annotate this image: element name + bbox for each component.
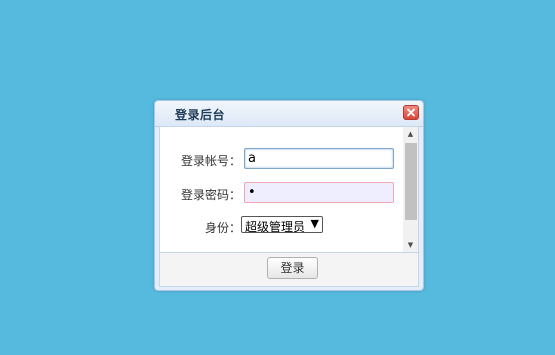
role-select[interactable]: 超级管理员 ▼ [241, 216, 323, 234]
scroll-down-arrow-icon[interactable]: ▼ [403, 238, 418, 252]
dialog-body: 登录帐号： a 登录密码： • 身份： 超级管理员 ▼ ▲ ▼ [159, 126, 419, 253]
dialog-footer: 登录 [159, 253, 419, 287]
close-icon [407, 108, 415, 117]
chevron-down-icon: ▼ [310, 217, 319, 230]
role-select-value: 超级管理员 [245, 220, 306, 234]
password-row: 登录密码： • [160, 182, 400, 204]
account-input[interactable]: a [244, 148, 394, 169]
scrollbar-thumb[interactable] [405, 143, 417, 220]
close-button[interactable] [403, 105, 419, 120]
role-label: 身份： [204, 221, 241, 235]
account-row: 登录帐号： a [160, 148, 400, 170]
account-label: 登录帐号： [180, 154, 241, 168]
vertical-scrollbar[interactable]: ▲ ▼ [403, 127, 418, 252]
role-row: 身份： 超级管理员 ▼ [160, 215, 400, 237]
login-dialog: 登录后台 登录帐号： a 登录密码： • 身份： 超级管理员 ▼ ▲ ▼ 登录 [154, 100, 424, 291]
password-input[interactable]: • [244, 182, 394, 203]
dialog-titlebar[interactable]: 登录后台 [155, 101, 423, 127]
scroll-up-arrow-icon[interactable]: ▲ [403, 127, 418, 141]
password-label: 登录密码： [180, 188, 241, 202]
dialog-title: 登录后台 [175, 108, 226, 122]
login-button[interactable]: 登录 [267, 257, 318, 279]
